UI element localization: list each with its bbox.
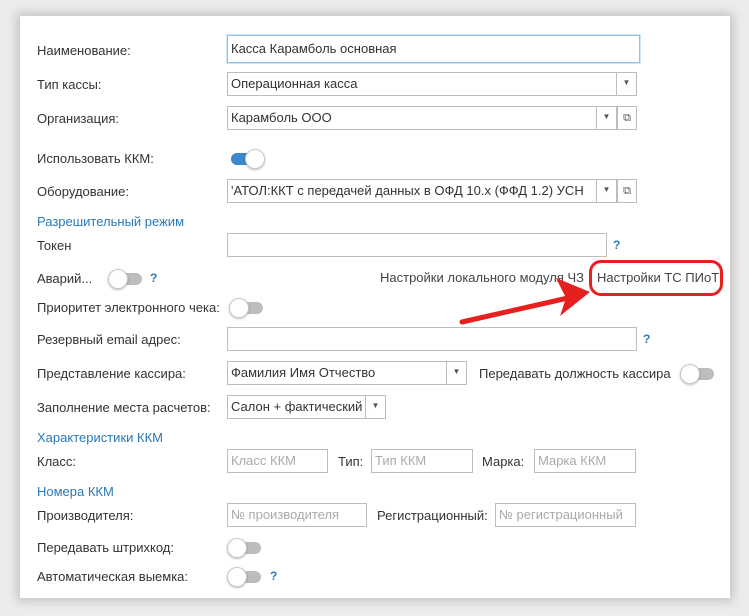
annotation-arrow-icon	[459, 278, 590, 325]
